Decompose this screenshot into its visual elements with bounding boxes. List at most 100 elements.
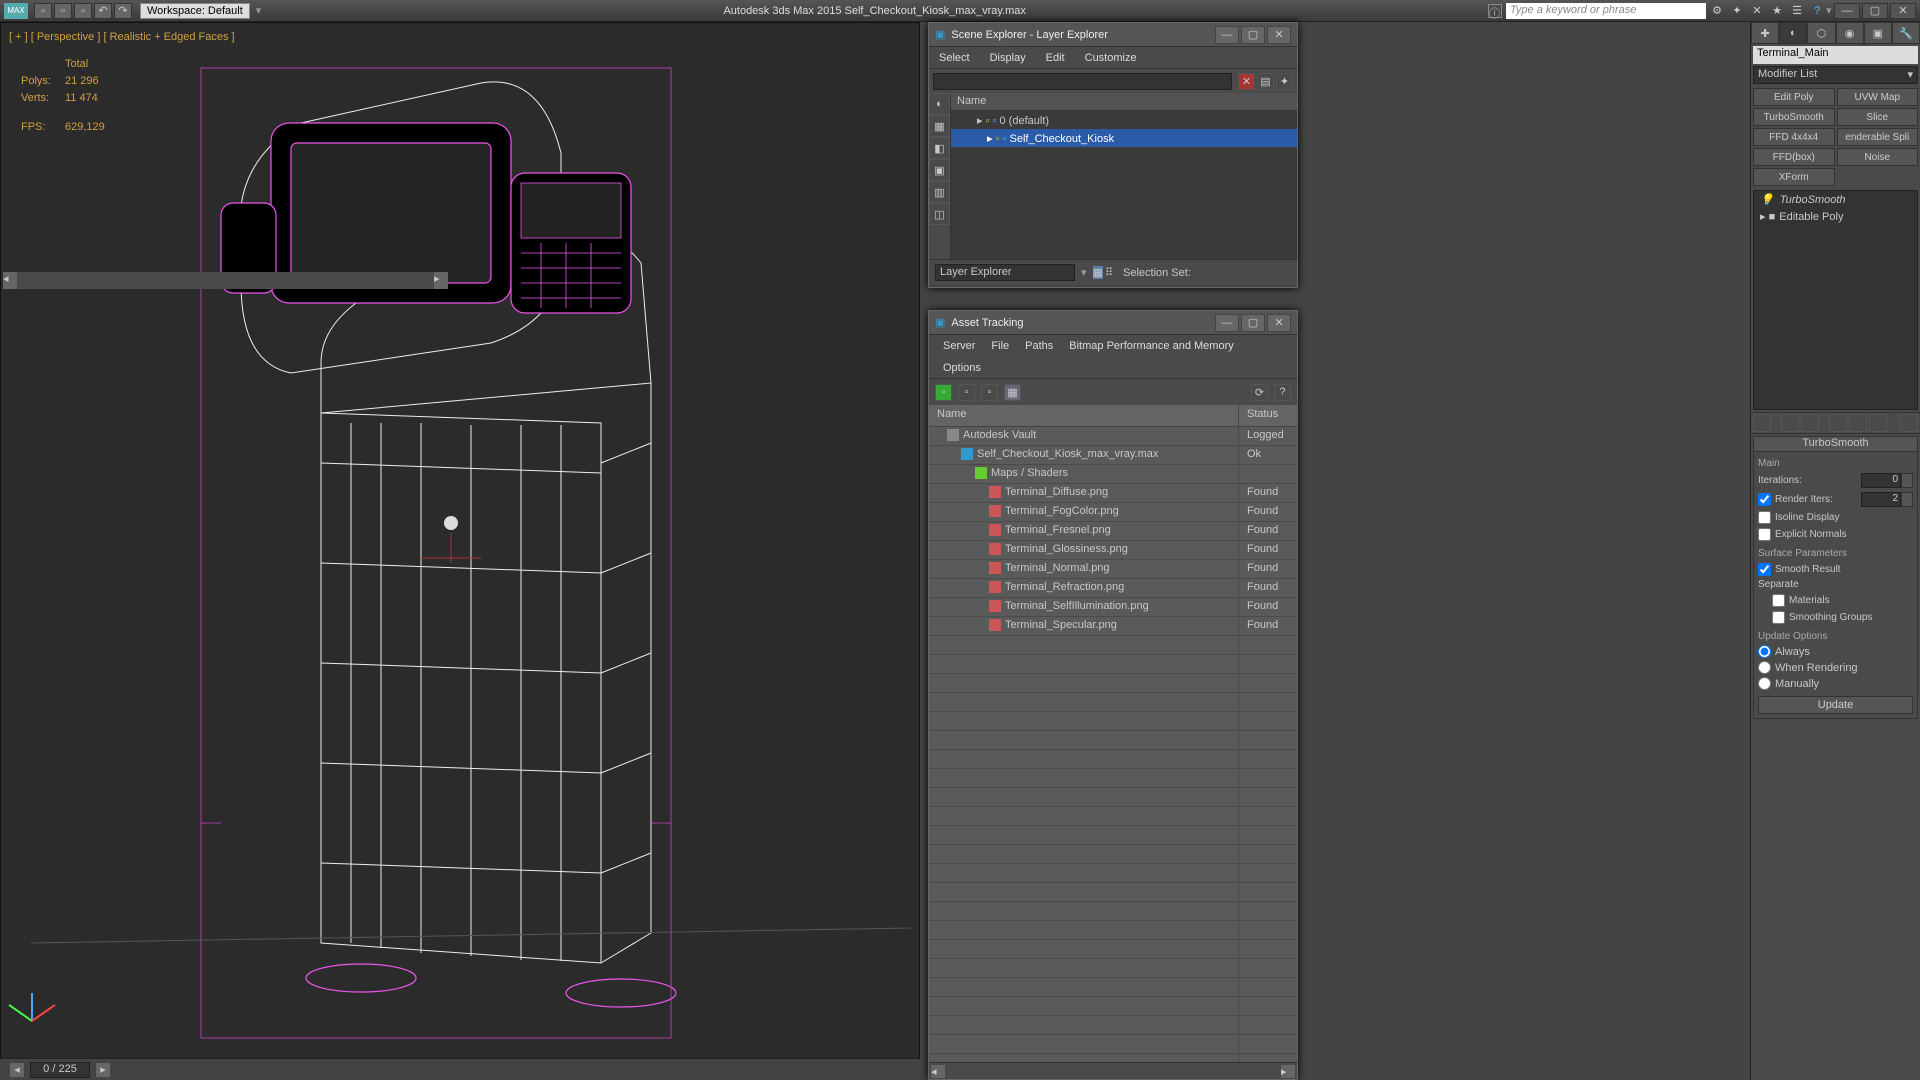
menu-edit[interactable]: Edit xyxy=(1036,52,1075,64)
workspace-dropdown[interactable]: Workspace: Default xyxy=(140,3,250,19)
asset-refresh-icon[interactable]: ⟳ xyxy=(1251,384,1268,401)
modifier-button[interactable]: XForm xyxy=(1753,168,1835,186)
asset-tool-1-icon[interactable]: ▫ xyxy=(935,384,952,401)
asset-row[interactable]: Terminal_FogColor.pngFound xyxy=(929,503,1297,522)
iterations-spinner[interactable]: 0 xyxy=(1861,473,1901,488)
smooth-result-checkbox[interactable] xyxy=(1758,563,1771,576)
footer-icon-1[interactable]: ▦ xyxy=(1093,266,1103,279)
tb-icon-3[interactable]: ✕ xyxy=(1748,3,1766,19)
panel-min-button[interactable]: — xyxy=(1215,314,1239,332)
viewport-label[interactable]: [ + ] [ Perspective ] [ Realistic + Edge… xyxy=(9,31,235,43)
tb-icon-4[interactable]: ★ xyxy=(1768,3,1786,19)
menu-customize[interactable]: Customize xyxy=(1075,52,1147,64)
frame-display[interactable]: 0 / 225 xyxy=(30,1062,90,1078)
timeline-next-icon[interactable]: ▸ xyxy=(96,1063,110,1077)
menu-server[interactable]: Server xyxy=(935,337,983,355)
col-name[interactable]: Name xyxy=(929,405,1239,426)
asset-row[interactable]: Terminal_Refraction.pngFound xyxy=(929,579,1297,598)
menu-display[interactable]: Display xyxy=(980,52,1036,64)
isoline-checkbox[interactable] xyxy=(1758,511,1771,524)
cmd-tab-motion-icon[interactable]: ◉ xyxy=(1836,22,1864,44)
minimize-button[interactable]: — xyxy=(1834,3,1860,19)
asset-row[interactable]: Terminal_Normal.pngFound xyxy=(929,560,1297,579)
cmd-tab-hierarchy-icon[interactable]: ⬡ xyxy=(1807,22,1835,44)
menu-select[interactable]: Select xyxy=(929,52,980,64)
asset-row[interactable]: Terminal_Glossiness.pngFound xyxy=(929,541,1297,560)
smgroups-checkbox[interactable] xyxy=(1772,611,1785,624)
asset-grid[interactable]: Name Status Autodesk VaultLoggedSelf_Che… xyxy=(929,405,1297,1062)
help-icon[interactable]: ? xyxy=(1808,3,1826,19)
config-icon[interactable]: ✦ xyxy=(1276,73,1293,90)
stack-tool-icon[interactable] xyxy=(1849,414,1867,432)
asset-row[interactable]: Maps / Shaders xyxy=(929,465,1297,484)
col-status[interactable]: Status xyxy=(1239,405,1297,426)
pin-icon[interactable] xyxy=(1753,414,1771,432)
sfs-hscroll[interactable]: ◂▸ xyxy=(3,272,448,289)
vtool-5-icon[interactable]: ▥ xyxy=(929,181,950,203)
asset-row[interactable]: Terminal_Fresnel.pngFound xyxy=(929,522,1297,541)
asset-hscroll[interactable]: ◂▸ xyxy=(929,1062,1297,1079)
asset-row[interactable]: Terminal_SelfIllumination.pngFound xyxy=(929,598,1297,617)
stack-tool-icon[interactable] xyxy=(1869,414,1887,432)
vtool-6-icon[interactable]: ◫ xyxy=(929,203,950,225)
asset-row[interactable]: Autodesk VaultLogged xyxy=(929,427,1297,446)
panel-min-button[interactable]: — xyxy=(1215,26,1239,44)
modifier-button[interactable]: Noise xyxy=(1837,148,1919,166)
undo-icon[interactable]: ↶ xyxy=(94,3,112,19)
spinner-arrows[interactable] xyxy=(1901,492,1913,507)
menu-file[interactable]: File xyxy=(983,337,1017,355)
cmd-tab-modify-icon[interactable]: ◐ xyxy=(1779,22,1807,44)
open-icon[interactable]: ▫ xyxy=(54,3,72,19)
rollout-turbosmooth-header[interactable]: TurboSmooth xyxy=(1753,436,1918,452)
asset-row[interactable]: Terminal_Specular.pngFound xyxy=(929,617,1297,636)
vtool-3-icon[interactable]: ◧ xyxy=(929,137,950,159)
scene-tree[interactable]: Name ▸ ▫ ▫ 0 (default)▸ ▫ ▫ Self_Checkou… xyxy=(951,93,1297,259)
maximize-button[interactable]: ▢ xyxy=(1862,3,1888,19)
save-icon[interactable]: ▫ xyxy=(74,3,92,19)
menu-bitmap[interactable]: Bitmap Performance and Memory xyxy=(1061,337,1241,355)
viewport[interactable]: [ + ] [ Perspective ] [ Realistic + Edge… xyxy=(0,22,920,1062)
tree-name-header[interactable]: Name xyxy=(951,93,1297,111)
scene-tree-item[interactable]: ▸ ▫ ▫ Self_Checkout_Kiosk xyxy=(951,129,1297,147)
tb-icon-2[interactable]: ✦ xyxy=(1728,3,1746,19)
close-button[interactable]: ✕ xyxy=(1890,3,1916,19)
tb-icon-5[interactable]: ☰ xyxy=(1788,3,1806,19)
info-icon[interactable]: ⓘ xyxy=(1488,4,1502,18)
scene-tree-item[interactable]: ▸ ▫ ▫ 0 (default) xyxy=(951,111,1297,129)
modifier-stack[interactable]: 💡TurboSmooth ▸ ■Editable Poly xyxy=(1753,190,1918,410)
stack-tool-icon[interactable] xyxy=(1801,414,1819,432)
render-iters-spinner[interactable]: 2 xyxy=(1861,492,1901,507)
always-radio[interactable] xyxy=(1758,645,1771,658)
stack-tool-icon[interactable] xyxy=(1781,414,1799,432)
redo-icon[interactable]: ↷ xyxy=(114,3,132,19)
when-rendering-radio[interactable] xyxy=(1758,661,1771,674)
modifier-list-dropdown[interactable]: Modifier List▾ xyxy=(1753,66,1918,84)
explicit-checkbox[interactable] xyxy=(1758,528,1771,541)
asset-tool-3-icon[interactable]: ▫ xyxy=(981,384,998,401)
timeline-prev-icon[interactable]: ◂ xyxy=(10,1063,24,1077)
explorer-mode-dropdown[interactable]: Layer Explorer xyxy=(935,264,1075,281)
menu-paths[interactable]: Paths xyxy=(1017,337,1061,355)
modifier-button[interactable]: TurboSmooth xyxy=(1753,108,1835,126)
stack-tool-icon[interactable] xyxy=(1829,414,1847,432)
modifier-button[interactable]: Slice xyxy=(1837,108,1919,126)
vtool-2-icon[interactable]: ▦ xyxy=(929,115,950,137)
asset-tool-2-icon[interactable]: ▫ xyxy=(958,384,975,401)
scene-search-input[interactable] xyxy=(933,73,1232,90)
panel-max-button[interactable]: ▢ xyxy=(1241,26,1265,44)
footer-icon-2[interactable]: ⠿ xyxy=(1105,266,1113,279)
update-button[interactable]: Update xyxy=(1758,696,1913,714)
panel-max-button[interactable]: ▢ xyxy=(1241,314,1265,332)
cmd-tab-utilities-icon[interactable]: 🔧 xyxy=(1892,22,1920,44)
modifier-button[interactable]: FFD 4x4x4 xyxy=(1753,128,1835,146)
clear-search-icon[interactable]: ✕ xyxy=(1238,73,1255,90)
new-icon[interactable]: ▫ xyxy=(34,3,52,19)
modifier-button[interactable]: FFD(box) xyxy=(1753,148,1835,166)
vtool-1-icon[interactable]: ◐ xyxy=(929,93,950,115)
asset-help-icon[interactable]: ? xyxy=(1274,384,1291,401)
materials-checkbox[interactable] xyxy=(1772,594,1785,607)
modifier-button[interactable]: enderable Spli xyxy=(1837,128,1919,146)
modifier-button[interactable]: Edit Poly xyxy=(1753,88,1835,106)
menu-options[interactable]: Options xyxy=(935,359,989,377)
panel-close-button[interactable]: ✕ xyxy=(1267,314,1291,332)
